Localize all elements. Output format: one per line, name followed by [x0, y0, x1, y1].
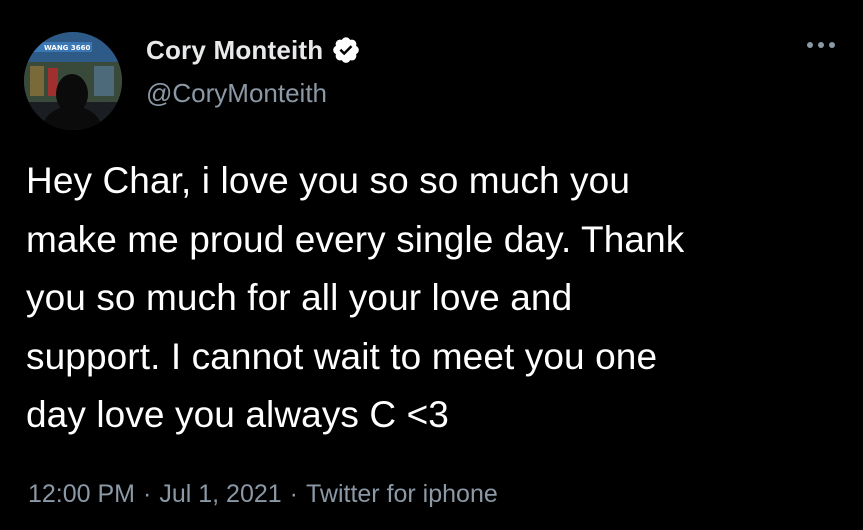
- tweet-text: Hey Char, i love you so so much you make…: [26, 160, 685, 435]
- author-handle[interactable]: @CoryMonteith: [146, 78, 327, 109]
- tweet-metadata: 12:00 PM · Jul 1, 2021 · Twitter for iph…: [28, 480, 498, 509]
- author-name-row[interactable]: Cory Monteith: [146, 32, 361, 68]
- meta-separator: ·: [143, 480, 152, 508]
- svg-text:WANG 3660: WANG 3660: [44, 44, 90, 52]
- author-display-name[interactable]: Cory Monteith: [146, 35, 323, 66]
- avatar[interactable]: WANG 3660: [24, 32, 122, 130]
- avatar-image: WANG 3660: [24, 32, 122, 130]
- tweet-detail: WANG 3660 Cory Monteith @CoryMonteith He…: [0, 0, 863, 530]
- tweet-date[interactable]: Jul 1, 2021: [159, 480, 281, 509]
- more-options-button[interactable]: [801, 30, 841, 60]
- verified-badge-icon: [331, 35, 361, 65]
- tweet-source[interactable]: Twitter for iphone: [306, 480, 498, 509]
- tweet-time[interactable]: 12:00 PM: [28, 480, 135, 509]
- more-horizontal-icon: [807, 42, 835, 48]
- meta-separator: ·: [289, 480, 298, 508]
